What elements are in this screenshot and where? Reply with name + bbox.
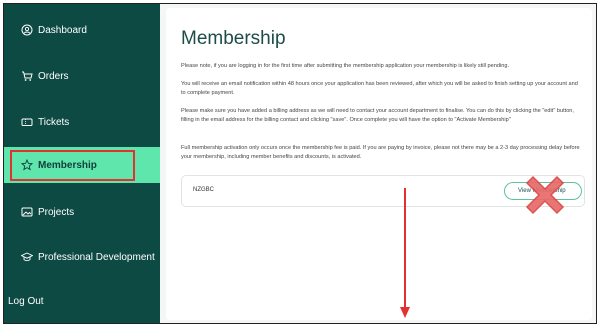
app-frame: Dashboard Orders Tickets Membership Proj (3, 3, 597, 324)
sidebar: Dashboard Orders Tickets Membership Proj (4, 4, 160, 323)
ticket-icon (20, 116, 33, 129)
membership-code: NZGBC (193, 187, 214, 193)
graduation-cap-icon (20, 251, 33, 264)
sidebar-item-tickets[interactable]: Tickets (4, 104, 160, 140)
sidebar-item-projects[interactable]: Projects (4, 194, 160, 230)
cart-icon (20, 70, 33, 83)
info-paragraph: Please make sure you have added a billin… (181, 108, 574, 124)
star-icon (20, 159, 33, 172)
membership-card: Membership Please note, if you are loggi… (166, 8, 592, 320)
image-icon (20, 206, 33, 219)
sidebar-item-orders[interactable]: Orders (4, 58, 160, 94)
main-content: Membership Please note, if you are loggi… (160, 4, 596, 323)
info-paragraph: You will receive an email notification w… (181, 81, 578, 97)
user-circle-icon (20, 24, 33, 37)
sidebar-item-label: Tickets (38, 116, 70, 128)
cross-icon (525, 175, 565, 215)
sidebar-item-label: Professional Development (38, 251, 155, 263)
sidebar-item-dashboard[interactable]: Dashboard (4, 12, 160, 48)
sidebar-item-label: Log Out (8, 295, 44, 307)
info-paragraph: Full membership activation only occurs o… (181, 145, 580, 161)
down-arrow-icon (400, 188, 410, 318)
sidebar-item-label: Orders (38, 70, 69, 82)
info-paragraph: Please note, if you are logging in for t… (181, 63, 510, 69)
sidebar-item-label: Projects (38, 206, 75, 218)
page-title: Membership (181, 28, 286, 49)
sidebar-item-logout[interactable]: Log Out (4, 283, 160, 319)
sidebar-item-membership[interactable]: Membership (4, 147, 160, 183)
sidebar-item-label: Dashboard (38, 24, 87, 36)
sidebar-item-professional-development[interactable]: Professional Development (4, 239, 160, 275)
sidebar-item-label: Membership (38, 159, 97, 171)
